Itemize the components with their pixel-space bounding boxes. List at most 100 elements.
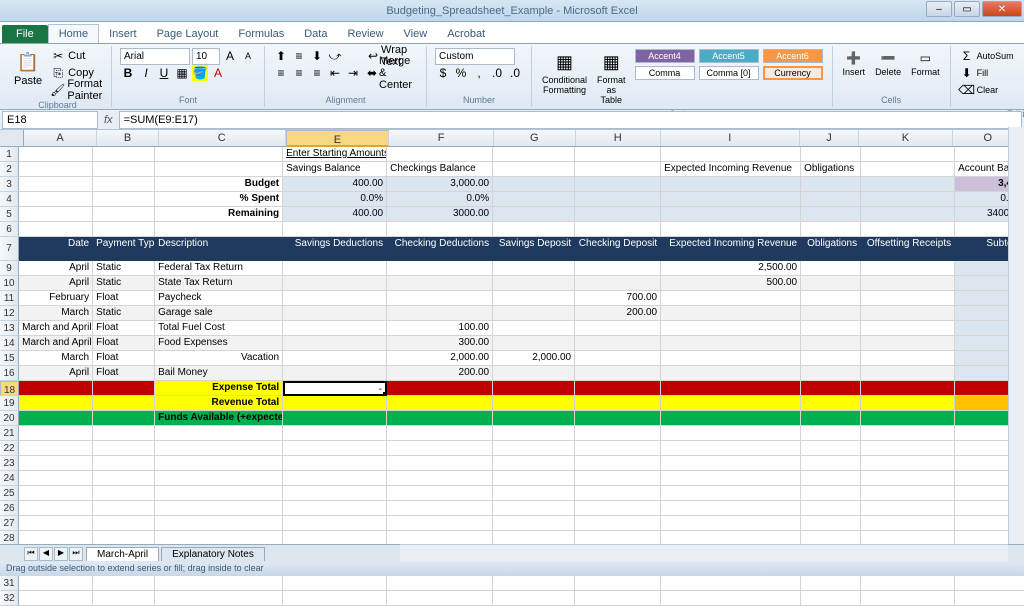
currency-icon[interactable]: $: [435, 65, 451, 81]
wrap-icon: ↩: [367, 48, 379, 64]
underline-button[interactable]: U: [156, 65, 172, 81]
col-E[interactable]: E: [286, 130, 389, 147]
tab-page-layout[interactable]: Page Layout: [147, 25, 229, 43]
conditional-formatting-button[interactable]: ▦Conditional Formatting: [538, 48, 591, 97]
maximize-button[interactable]: ▭: [954, 1, 980, 17]
col-H[interactable]: H: [576, 130, 661, 146]
name-box[interactable]: [2, 111, 98, 129]
clear-button[interactable]: ⌫Clear: [957, 82, 1016, 98]
col-K[interactable]: K: [859, 130, 952, 146]
sheet-nav-first[interactable]: ⏮: [24, 547, 38, 561]
percent-icon[interactable]: %: [453, 65, 469, 81]
indent-dec-icon[interactable]: ⇤: [327, 65, 343, 81]
dec-decimal-icon[interactable]: .0: [507, 65, 523, 81]
window-title: Budgeting_Spreadsheet_Example - Microsof…: [386, 5, 637, 17]
font-name-select[interactable]: [120, 48, 190, 65]
paste-button[interactable]: 📋Paste: [10, 48, 46, 89]
format-painter-button[interactable]: 🖌Format Painter: [48, 82, 105, 98]
col-C[interactable]: C: [159, 130, 286, 146]
cut-button[interactable]: ✂Cut: [48, 48, 105, 64]
fill-color-button[interactable]: 🪣: [192, 65, 208, 81]
sheet-nav-next[interactable]: ▶: [54, 547, 68, 561]
col-G[interactable]: G: [494, 130, 575, 146]
align-mid-icon[interactable]: ≡: [291, 48, 307, 64]
insert-cells-button[interactable]: ➕Insert: [839, 48, 870, 79]
cells-area[interactable]: Enter Starting Amounts:Savings BalanceCh…: [19, 147, 1024, 606]
col-B[interactable]: B: [97, 130, 159, 146]
border-button[interactable]: ▦: [174, 65, 190, 81]
sigma-icon: Σ: [959, 48, 975, 64]
eraser-icon: ⌫: [959, 82, 975, 98]
style-accent5[interactable]: Accent5: [699, 49, 759, 63]
sheet-tab-active[interactable]: March-April: [86, 547, 159, 561]
format-icon: ▭: [917, 50, 933, 66]
style-comma[interactable]: Comma: [635, 66, 695, 80]
align-right-icon[interactable]: ≡: [309, 65, 325, 81]
tab-data[interactable]: Data: [294, 25, 337, 43]
formula-input[interactable]: [119, 111, 1022, 129]
group-font: AA BIU▦🪣A Font: [112, 46, 265, 107]
ribbon-tabs: File Home Insert Page Layout Formulas Da…: [0, 22, 1024, 44]
group-editing: ΣAutoSum ⬇Fill ⌫Clear ⇅Sort & Filter 🔍Fi…: [951, 46, 1024, 107]
tab-view[interactable]: View: [394, 25, 438, 43]
shrink-font-icon[interactable]: A: [240, 48, 256, 64]
col-F[interactable]: F: [389, 130, 494, 146]
vertical-scrollbar[interactable]: [1008, 127, 1024, 544]
font-color-button[interactable]: A: [210, 65, 226, 81]
select-all-corner[interactable]: [0, 130, 24, 146]
orientation-icon[interactable]: ⤻: [327, 48, 343, 64]
col-J[interactable]: J: [800, 130, 860, 146]
comma-icon[interactable]: ,: [471, 65, 487, 81]
tab-review[interactable]: Review: [337, 25, 393, 43]
group-styles: ▦Conditional Formatting ▦Format as Table…: [532, 46, 833, 107]
format-as-table-button[interactable]: ▦Format as Table: [593, 48, 630, 107]
copy-icon: ⎘: [50, 65, 66, 81]
col-A[interactable]: A: [24, 130, 97, 146]
insert-icon: ➕: [846, 50, 862, 66]
style-accent4[interactable]: Accent4: [635, 49, 695, 63]
inc-decimal-icon[interactable]: .0: [489, 65, 505, 81]
cond-format-icon: ▦: [553, 50, 577, 74]
sort-filter-button[interactable]: ⇅Sort & Filter: [1018, 48, 1024, 107]
file-tab[interactable]: File: [2, 25, 48, 43]
delete-icon: ➖: [880, 50, 896, 66]
group-cells: ➕Insert ➖Delete ▭Format Cells: [833, 46, 951, 107]
group-clipboard: 📋Paste ✂Cut ⎘Copy 🖌Format Painter Clipbo…: [4, 46, 112, 107]
tab-formulas[interactable]: Formulas: [228, 25, 294, 43]
fx-icon[interactable]: fx: [100, 114, 117, 126]
style-currency[interactable]: Currency: [763, 66, 823, 80]
minimize-button[interactable]: –: [926, 1, 952, 17]
font-size-select[interactable]: [192, 48, 220, 65]
close-button[interactable]: ✕: [982, 1, 1022, 17]
group-number: $%,.0.0 Number: [427, 46, 532, 107]
number-format-select[interactable]: [435, 48, 515, 65]
group-alignment: ⬆≡⬇⤻ ≡≡≡⇤⇥ ↩Wrap Text ⬌Merge & Center Al…: [265, 46, 427, 107]
indent-inc-icon[interactable]: ⇥: [345, 65, 361, 81]
style-accent6[interactable]: Accent6: [763, 49, 823, 63]
format-cells-button[interactable]: ▭Format: [907, 48, 944, 79]
sheet-nav-prev[interactable]: ◀: [39, 547, 53, 561]
sheet-nav-last[interactable]: ⏭: [69, 547, 83, 561]
tab-insert[interactable]: Insert: [99, 25, 147, 43]
sheet-tab-other[interactable]: Explanatory Notes: [161, 547, 265, 561]
grow-font-icon[interactable]: A: [222, 48, 238, 64]
style-comma0[interactable]: Comma [0]: [699, 66, 759, 80]
status-bar: Drag outside selection to extend series …: [0, 562, 1024, 576]
paste-icon: 📋: [16, 50, 40, 74]
align-left-icon[interactable]: ≡: [273, 65, 289, 81]
merge-icon: ⬌: [367, 65, 377, 81]
fill-button[interactable]: ⬇Fill: [957, 65, 1016, 81]
tab-home[interactable]: Home: [48, 24, 99, 43]
merge-center-button[interactable]: ⬌Merge & Center: [365, 65, 420, 81]
tab-acrobat[interactable]: Acrobat: [437, 25, 495, 43]
bold-button[interactable]: B: [120, 65, 136, 81]
delete-cells-button[interactable]: ➖Delete: [871, 48, 905, 79]
col-I[interactable]: I: [661, 130, 800, 146]
italic-button[interactable]: I: [138, 65, 154, 81]
align-bot-icon[interactable]: ⬇: [309, 48, 325, 64]
brush-icon: 🖌: [50, 82, 65, 98]
align-center-icon[interactable]: ≡: [291, 65, 307, 81]
horizontal-scrollbar[interactable]: [400, 544, 1008, 562]
align-top-icon[interactable]: ⬆: [273, 48, 289, 64]
autosum-button[interactable]: ΣAutoSum: [957, 48, 1016, 64]
